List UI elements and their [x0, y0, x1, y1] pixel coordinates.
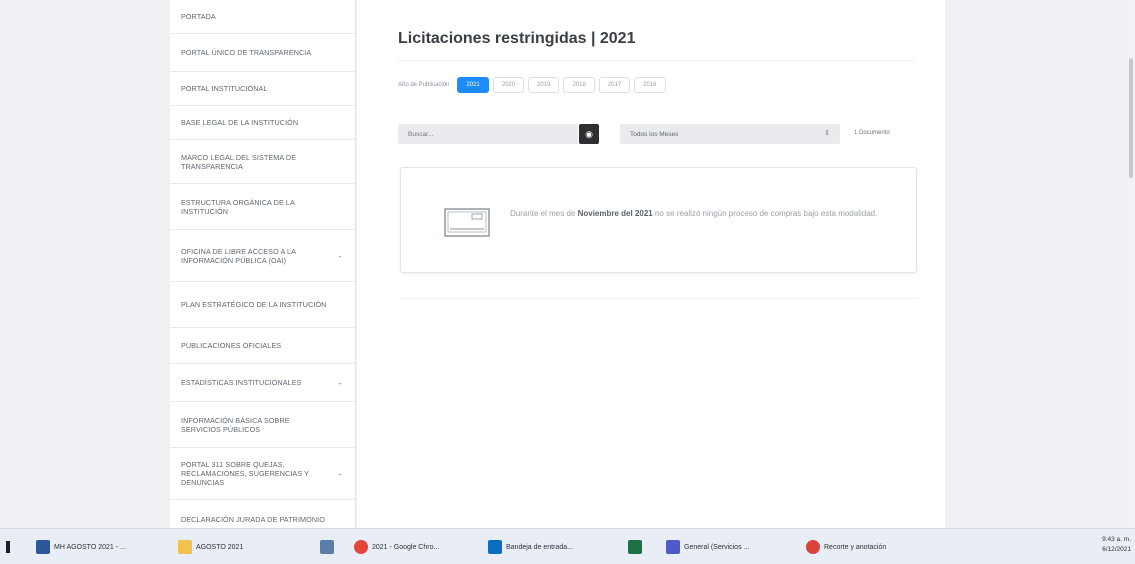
taskbar-app-label: General (Servicios ... [684, 543, 750, 551]
main-content: Licitaciones restringidas | 2021 Año de … [357, 0, 945, 528]
year-button[interactable]: 2019 [528, 77, 560, 93]
teams-icon [666, 540, 680, 554]
system-clock[interactable]: 9:43 a. m. 6/12/2021 [1102, 535, 1131, 555]
empty-prefix: Durante el mes de [510, 209, 578, 218]
sidebar-item[interactable]: PORTAL ÚNICO DE TRANSPARENCIA [170, 34, 355, 72]
folder-icon [178, 540, 192, 554]
sidebar-item[interactable]: PLAN ESTRATÉGICO DE LA INSTITUCIÓN [170, 282, 355, 328]
sidebar-item[interactable]: BASE LEGAL DE LA INSTITUCIÓN [170, 106, 355, 140]
year-button[interactable]: 2021 [457, 77, 489, 93]
search-button[interactable]: ◉ [579, 124, 599, 144]
taskbar-app[interactable]: General (Servicios ... [666, 537, 749, 557]
sidebar-item-label: PUBLICACIONES OFICIALES [181, 341, 282, 350]
search-icon: ◉ [585, 128, 593, 139]
sidebar-item[interactable]: ESTADÍSTICAS INSTITUCIONALES ⌄ [170, 364, 355, 402]
year-button[interactable]: 2016 [634, 77, 666, 93]
taskbar-app-label: AGOSTO 2021 [196, 543, 244, 551]
scrollbar-thumb[interactable] [1129, 58, 1133, 178]
clock-date: 6/12/2021 [1102, 546, 1131, 553]
sidebar-item-label: PORTAL ÚNICO DE TRANSPARENCIA [181, 48, 312, 57]
taskbar-app-label: Recorte y anotación [824, 543, 887, 551]
month-select-value: Todos los Meses [630, 130, 679, 138]
sidebar-nav: PORTADA PORTAL ÚNICO DE TRANSPARENCIA PORT… [170, 0, 356, 528]
year-button[interactable]: 2020 [492, 77, 525, 93]
sidebar-item[interactable]: OFICINA DE LIBRE ACCESO A LA INFORMACIÓN… [170, 230, 355, 282]
month-select[interactable]: Todos los Meses ⇕ [620, 124, 840, 144]
divider [398, 60, 915, 61]
excel-icon [628, 540, 642, 554]
select-arrows-icon: ⇕ [824, 130, 830, 137]
outlook-icon [488, 540, 502, 554]
start-button[interactable] [6, 537, 10, 557]
sidebar-item[interactable]: PORTAL 311 SOBRE QUEJAS, RECLAMACIONES, … [170, 448, 355, 500]
year-filter-label: Año de Publicación [398, 82, 450, 88]
filter-bar: ◉ Todos los Meses ⇕ 1 Documento [398, 124, 918, 144]
sidebar-item-label: PORTAL INSTITUCIONAL [181, 84, 268, 93]
taskbar-app[interactable]: Recorte y anotación [806, 537, 886, 557]
sidebar-item-label: BASE LEGAL DE LA INSTITUCIÓN [181, 118, 299, 127]
sidebar-item-label: ESTADÍSTICAS INSTITUCIONALES [181, 378, 302, 387]
empty-folder-icon [444, 208, 490, 237]
taskbar-app[interactable] [628, 537, 642, 557]
word-icon [36, 540, 50, 554]
taskbar-app[interactable] [320, 537, 334, 557]
clock-time: 9:43 a. m. [1102, 536, 1131, 543]
chrome-icon [354, 540, 368, 554]
search-input[interactable] [398, 124, 578, 144]
sidebar-item[interactable]: INFORMACIÓN BÁSICA SOBRE SERVICIOS PÚBLI… [170, 402, 355, 448]
year-button[interactable]: 2018 [563, 77, 595, 93]
sidebar-item-label: PLAN ESTRATÉGICO DE LA INSTITUCIÓN [181, 300, 327, 309]
document-count: 1 Documento [854, 130, 890, 136]
year-button[interactable]: 2017 [598, 77, 631, 93]
empty-suffix: no se realizó ningún proceso de compras … [652, 209, 878, 218]
sidebar-item[interactable]: MARCO LEGAL DEL SISTEMA DE TRANSPARENCIA [170, 140, 355, 184]
taskbar: 9:43 a. m. 6/12/2021 MH AGOSTO 2021 - ..… [0, 528, 1135, 564]
sidebar-item-label: MARCO LEGAL DEL SISTEMA DE TRANSPARENCIA [181, 152, 297, 171]
sidebar-item-label: INFORMACIÓN BÁSICA SOBRE SERVICIOS PÚBLI… [181, 415, 290, 434]
snip-icon [806, 540, 820, 554]
sidebar-item[interactable]: PORTADA [170, 0, 355, 34]
chevron-down-icon[interactable]: ⌄ [337, 378, 343, 387]
notepad-icon [320, 540, 334, 554]
taskbar-app-label: 2021 - Google Chro... [372, 543, 440, 551]
chevron-down-icon[interactable]: ⌄ [337, 469, 343, 478]
empty-state-card: Durante el mes de Noviembre del 2021 no … [400, 167, 917, 273]
sidebar-item-label: PORTADA [181, 12, 216, 21]
taskbar-app-label: MH AGOSTO 2021 - ... [54, 543, 126, 551]
taskbar-app-label: Bandeja de entrada... [506, 543, 573, 551]
empty-period: Noviembre del 2021 [577, 209, 653, 218]
sidebar-item-label: OFICINA DE LIBRE ACCESO A LA INFORMACIÓN… [181, 246, 296, 265]
taskbar-app[interactable]: AGOSTO 2021 [178, 537, 243, 557]
sidebar-item-label: PORTAL 311 SOBRE QUEJAS, RECLAMACIONES, … [181, 460, 309, 487]
year-filter: Año de Publicación 2021 2020 2019 2018 2017 2… [398, 77, 666, 93]
divider [400, 298, 917, 299]
start-icon [6, 541, 10, 553]
sidebar-item[interactable]: PORTAL INSTITUCIONAL [170, 72, 355, 106]
window-scrollbar[interactable] [1127, 0, 1135, 528]
taskbar-app[interactable]: 2021 - Google Chro... [354, 537, 439, 557]
sidebar-item[interactable]: PUBLICACIONES OFICIALES [170, 328, 355, 364]
sidebar-item[interactable]: ESTRUCTURA ORGÁNICA DE LA INSTITUCIÓN [170, 184, 355, 230]
sidebar-item-label: ESTRUCTURA ORGÁNICA DE LA INSTITUCIÓN [181, 197, 295, 216]
page-title: Licitaciones restringidas | 2021 [398, 30, 636, 47]
taskbar-app[interactable]: MH AGOSTO 2021 - ... [36, 537, 126, 557]
sidebar-item-label: DECLARACIÓN JURADA DE PATRIMONIO [181, 515, 325, 524]
empty-state-message: Durante el mes de Noviembre del 2021 no … [510, 205, 890, 223]
sidebar-item[interactable]: DECLARACIÓN JURADA DE PATRIMONIO [170, 500, 355, 528]
taskbar-app[interactable]: Bandeja de entrada... [488, 537, 573, 557]
chevron-down-icon[interactable]: ⌄ [337, 251, 343, 260]
